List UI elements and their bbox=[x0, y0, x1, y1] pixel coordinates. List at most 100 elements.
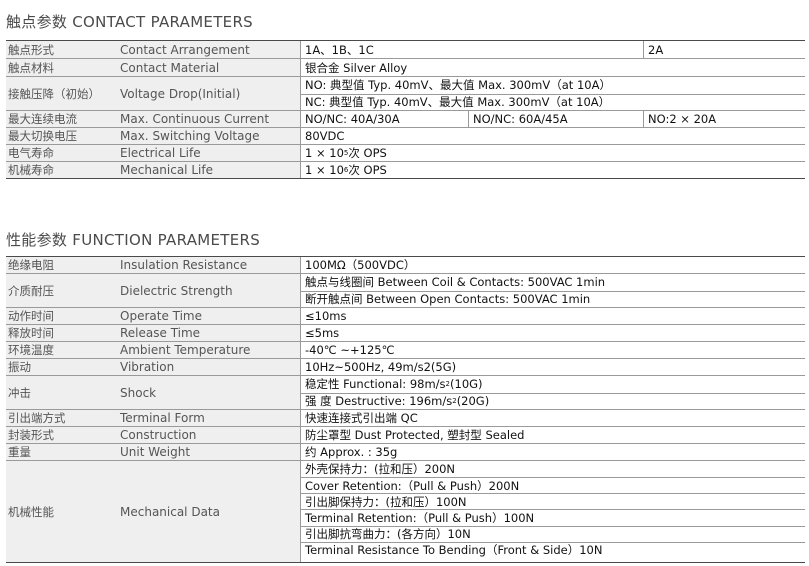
param-name-cn: 触点形式 bbox=[6, 41, 116, 58]
function-param-row: 环境温度 Ambient Temperature -40℃ ~+125℃ bbox=[6, 341, 805, 358]
param-value-cell: 1A、1B、1C 2A bbox=[300, 41, 805, 58]
contact-parameters-title: 触点参数 CONTACT PARAMETERS bbox=[6, 13, 253, 31]
param-name-en: Electrical Life bbox=[116, 145, 300, 161]
param-value-cell: NO/NC: 40A/30A NO/NC: 60A/45A NO:2 × 20A bbox=[300, 111, 805, 127]
table-bottom-rule bbox=[6, 178, 805, 179]
param-value-cell: -40℃ ~+125℃ bbox=[300, 342, 805, 358]
param-value-cell: 触点与线圈间 Between Coil & Contacts: 500VAC 1… bbox=[300, 274, 805, 307]
param-value-line: ≤10ms bbox=[301, 308, 805, 324]
function-param-row: 重量 Unit Weight 约 Approx. : 35g bbox=[6, 443, 805, 460]
param-name-cn: 介质耐压 bbox=[6, 274, 116, 307]
param-name-en: Voltage Drop(Initial) bbox=[116, 77, 300, 110]
param-value: 强 度 Destructive: 196m/s 2 (20G) bbox=[305, 394, 490, 409]
function-param-row: 释放时间 Release Time ≤5ms bbox=[6, 324, 805, 341]
param-value-cell: 80VDC bbox=[300, 128, 805, 144]
param-value-cell: 防尘罩型 Dust Protected, 塑封型 Sealed bbox=[300, 427, 805, 443]
contact-param-row: 触点材料 Contact Material 银合金 Silver Alloy bbox=[6, 58, 805, 76]
param-name-cn: 释放时间 bbox=[6, 325, 116, 341]
param-name-en: Unit Weight bbox=[116, 444, 300, 460]
function-param-row: 机械性能 Mechanical Data 外壳保持力：(拉和压）200N Cover … bbox=[6, 460, 805, 562]
param-value: NO/NC: 60A/45A bbox=[468, 111, 643, 127]
param-name-en: Dielectric Strength bbox=[116, 274, 300, 307]
param-name-en: Max. Switching Voltage bbox=[116, 128, 300, 144]
param-value-line: 银合金 Silver Alloy bbox=[301, 59, 805, 76]
param-name-en: Contact Arrangement bbox=[116, 41, 300, 58]
param-value-line: 外壳保持力：(拉和压）200N bbox=[301, 461, 805, 477]
param-value-line: Terminal Retention:（Pull & Push）100N bbox=[301, 509, 805, 525]
function-param-row: 冲击 Shock 稳定性 Functional: 98m/s 2 (10G) 强 度 D… bbox=[6, 375, 805, 409]
param-name-en: Operate Time bbox=[116, 308, 300, 324]
contact-param-row: 电气寿命 Electrical Life 1 × 10 5 次 OPS bbox=[6, 144, 805, 161]
param-name-en: Mechanical Life bbox=[116, 162, 300, 178]
param-value: Terminal Resistance To Bending（Front & S… bbox=[305, 543, 603, 558]
param-name-cn: 动作时间 bbox=[6, 308, 116, 324]
function-param-row: 封装形式 Construction 防尘罩型 Dust Protected, 塑封型… bbox=[6, 426, 805, 443]
param-value-cell: 快速连接式引出端 QC bbox=[300, 410, 805, 426]
param-name-cn: 最大连续电流 bbox=[6, 111, 116, 127]
param-value-cell: 10Hz~500Hz, 49m/s2(5G) bbox=[300, 359, 805, 375]
function-parameters-title: 性能参数 FUNCTION PARAMETERS bbox=[6, 231, 261, 249]
param-value: Terminal Retention:（Pull & Push）100N bbox=[305, 511, 535, 526]
param-value-line: Terminal Resistance To Bending（Front & S… bbox=[301, 541, 805, 558]
param-name-en: Ambient Temperature bbox=[116, 342, 300, 358]
param-name-en: Mechanical Data bbox=[116, 461, 300, 562]
param-value: NO/NC: 40A/30A bbox=[305, 112, 400, 126]
param-value: 引出脚抗弯曲力：(各方向）10N bbox=[305, 527, 471, 542]
param-value-line: NO/NC: 40A/30A NO/NC: 60A/45A NO:2 × 20A bbox=[301, 111, 805, 127]
param-value-cell: 1 × 10 5 次 OPS bbox=[300, 145, 805, 161]
param-name-en: Construction bbox=[116, 427, 300, 443]
function-param-row: 绝缘电阻 Insulation Resistance 100MΩ（500VDC） bbox=[6, 256, 805, 273]
param-name-cn: 振动 bbox=[6, 359, 116, 375]
param-value-cell: 1 × 10 6 次 OPS bbox=[300, 162, 805, 178]
param-value: 100MΩ（500VDC） bbox=[305, 258, 416, 272]
param-value-line: 引出脚保持力：(拉和压）100N bbox=[301, 493, 805, 509]
param-value: NO: 典型值 Typ. 40mV、最大值 Max. 300mV（at 10A） bbox=[305, 78, 611, 93]
param-value-line: 快速连接式引出端 QC bbox=[301, 410, 805, 426]
param-name-cn: 接触压降（初始） bbox=[6, 77, 116, 110]
param-value: ≤5ms bbox=[305, 326, 340, 340]
param-value: 1A、1B、1C bbox=[305, 42, 374, 57]
contact-parameters-table: 触点形式 Contact Arrangement 1A、1B、1C 2A 触点材料 Con… bbox=[6, 40, 805, 179]
param-name-en: Shock bbox=[116, 376, 300, 409]
param-value-cell: 约 Approx. : 35g bbox=[300, 444, 805, 460]
param-value: 2A bbox=[643, 41, 805, 58]
param-name-en: Insulation Resistance bbox=[116, 257, 300, 273]
param-name-cn: 机械性能 bbox=[6, 461, 116, 562]
param-name-en: Max. Continuous Current bbox=[116, 111, 300, 127]
param-value-cell: 银合金 Silver Alloy bbox=[300, 59, 805, 76]
param-value: 触点与线圈间 Between Coil & Contacts: 500VAC 1… bbox=[305, 275, 606, 290]
param-value-line: Cover Retention:（Pull & Push）200N bbox=[301, 477, 805, 493]
param-value-line: NC: 典型值 Typ. 40mV、最大值 Max. 300mV（at 10A） bbox=[301, 93, 805, 111]
param-value-cell: ≤5ms bbox=[300, 325, 805, 341]
param-value: 80VDC bbox=[305, 129, 345, 143]
param-value-line: 1A、1B、1C 2A bbox=[301, 41, 805, 58]
param-name-cn: 机械寿命 bbox=[6, 162, 116, 178]
param-value-line: 1 × 10 6 次 OPS bbox=[301, 162, 805, 178]
param-value-cell: 外壳保持力：(拉和压）200N Cover Retention:（Pull & P… bbox=[300, 461, 805, 562]
param-name-cn: 环境温度 bbox=[6, 342, 116, 358]
param-name-cn: 封装形式 bbox=[6, 427, 116, 443]
param-value-cell: 100MΩ（500VDC） bbox=[300, 257, 805, 273]
param-value: 防尘罩型 Dust Protected, 塑封型 Sealed bbox=[305, 428, 525, 442]
param-value-cell: NO: 典型值 Typ. 40mV、最大值 Max. 300mV（at 10A）… bbox=[300, 77, 805, 110]
contact-param-row: 接触压降（初始） Voltage Drop(Initial) NO: 典型值 Typ… bbox=[6, 76, 805, 110]
param-name-en: Release Time bbox=[116, 325, 300, 341]
contact-param-row: 最大连续电流 Max. Continuous Current NO/NC: 40A/… bbox=[6, 110, 805, 127]
param-name-cn: 电气寿命 bbox=[6, 145, 116, 161]
param-value: ≤10ms bbox=[305, 309, 347, 323]
param-value-cell: 稳定性 Functional: 98m/s 2 (10G) 强 度 Destruct… bbox=[300, 376, 805, 409]
param-value: NC: 典型值 Typ. 40mV、最大值 Max. 300mV（at 10A） bbox=[305, 95, 611, 110]
param-value-line: 触点与线圈间 Between Coil & Contacts: 500VAC 1… bbox=[301, 274, 805, 291]
param-name-en: Terminal Form bbox=[116, 410, 300, 426]
param-value: 10Hz~500Hz, 49m/s2(5G) bbox=[305, 360, 457, 374]
contact-param-row: 最大切换电压 Max. Switching Voltage 80VDC bbox=[6, 127, 805, 144]
param-value: 断开触点间 Between Open Contacts: 500VAC 1min bbox=[305, 292, 591, 307]
param-value-line: ≤5ms bbox=[301, 325, 805, 341]
function-param-row: 引出端方式 Terminal Form 快速连接式引出端 QC bbox=[6, 409, 805, 426]
param-name-en: Vibration bbox=[116, 359, 300, 375]
param-value: 引出脚保持力：(拉和压）100N bbox=[305, 494, 467, 509]
param-value-line: -40℃ ~+125℃ bbox=[301, 342, 805, 358]
table-bottom-rule bbox=[6, 562, 805, 563]
function-param-row: 动作时间 Operate Time ≤10ms bbox=[6, 307, 805, 324]
param-value-line: 强 度 Destructive: 196m/s 2 (20G) bbox=[301, 392, 805, 410]
